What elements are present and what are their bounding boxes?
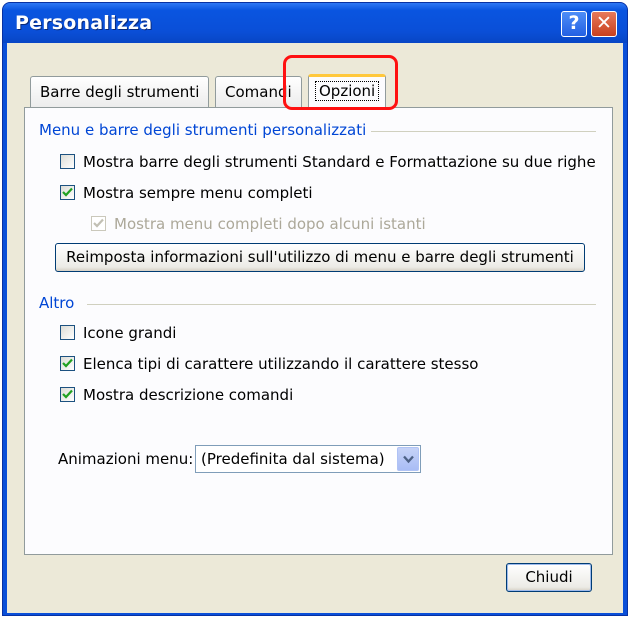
checkbox-label: Mostra menu completi dopo alcuni istanti (114, 215, 426, 233)
checkbox[interactable] (60, 387, 75, 402)
checkmark-icon (62, 187, 73, 197)
checkmark-icon (62, 389, 73, 399)
checkbox[interactable] (60, 185, 75, 200)
dialog-body: Barre degli strumenti Comandi Opzioni Me… (7, 43, 623, 613)
button-label: Chiudi (525, 568, 573, 586)
options-panel: Menu e barre degli strumenti personalizz… (24, 107, 613, 555)
checkbox[interactable] (60, 356, 75, 371)
checkbox-label: Mostra barre degli strumenti Standard e … (83, 153, 596, 171)
chevron-down-icon (403, 455, 414, 464)
checkbox-label: Mostra descrizione comandi (83, 386, 294, 404)
button-label: Reimposta informazioni sull'utilizzo di … (66, 248, 574, 266)
animation-value: (Predefinita dal sistema) (201, 450, 385, 468)
checkbox (91, 216, 106, 231)
close-icon: ✕ (596, 12, 612, 34)
animation-select[interactable]: (Predefinita dal sistema) (195, 445, 421, 473)
checkmark-icon (62, 358, 73, 368)
dialog-title: Personalizza (15, 12, 153, 34)
group-divider (87, 304, 596, 305)
checkbox-label: Elenca tipi di carattere utilizzando il … (83, 355, 479, 373)
checkmark-icon (93, 218, 104, 228)
title-bar[interactable]: Personalizza ? ✕ (3, 3, 627, 43)
group-title-menus: Menu e barre degli strumenti personalizz… (39, 121, 367, 139)
tab-label: Comandi (225, 83, 292, 101)
tab-label: Barre degli strumenti (40, 83, 200, 101)
checkbox[interactable] (60, 325, 75, 340)
reset-usage-button[interactable]: Reimposta informazioni sull'utilizzo di … (55, 243, 585, 272)
checkbox[interactable] (60, 154, 75, 169)
dropdown-button[interactable] (397, 447, 419, 471)
checkbox-label: Mostra sempre menu completi (83, 184, 313, 202)
group-title-other: Altro (39, 294, 75, 312)
tab-toolbars[interactable]: Barre degli strumenti (30, 76, 210, 107)
help-icon: ? (568, 12, 580, 34)
animation-label: Animazioni menu: (58, 450, 194, 468)
close-button[interactable]: Chiudi (506, 563, 592, 592)
close-window-button[interactable]: ✕ (591, 11, 617, 37)
highlight-annotation (283, 55, 398, 110)
checkbox-label: Icone grandi (83, 324, 177, 342)
help-button[interactable]: ? (561, 11, 587, 37)
group-divider (371, 131, 596, 132)
